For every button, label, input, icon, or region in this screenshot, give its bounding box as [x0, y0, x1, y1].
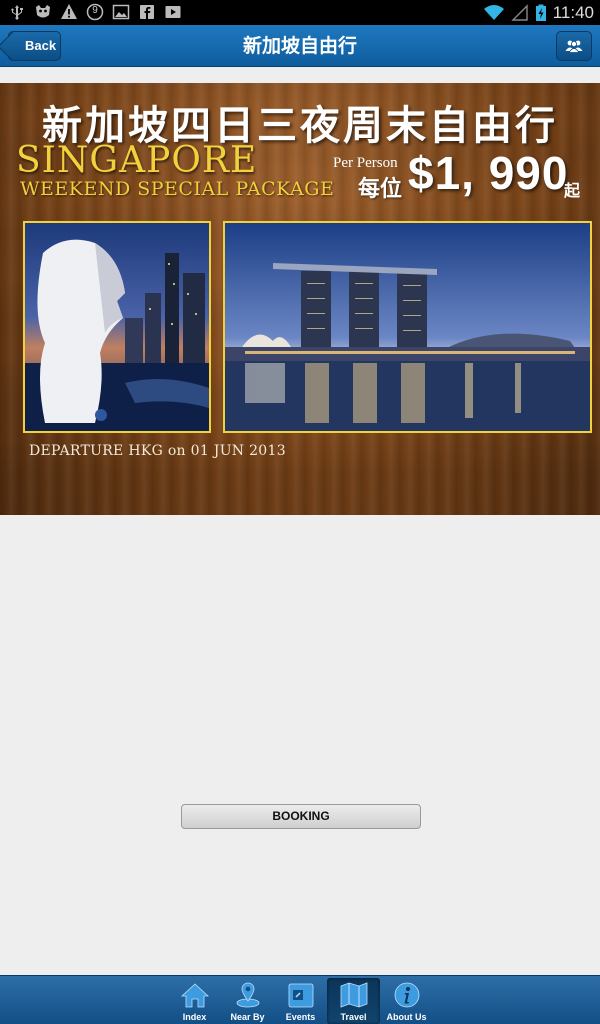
back-button-label: Back: [25, 38, 57, 53]
tab-near-by-label: Near By: [230, 1012, 265, 1022]
price: $1, 990: [408, 147, 569, 199]
battery-icon: [535, 4, 547, 22]
price-from-label: 起: [564, 181, 581, 200]
people-icon: [565, 40, 583, 53]
app-header: 新加坡自由行 Back: [0, 25, 600, 67]
each-label-zh: 每位: [358, 177, 403, 202]
tab-travel-label: Travel: [340, 1012, 367, 1022]
tab-about-us[interactable]: About Us: [380, 978, 433, 1024]
tab-index[interactable]: Index: [168, 978, 221, 1024]
banner-title-en: SINGAPORE: [16, 140, 258, 181]
notification-count: 9: [92, 5, 98, 16]
notification-count-icon: 9: [86, 3, 104, 21]
android-debug-icon: [34, 3, 52, 21]
tab-index-label: Index: [182, 1012, 207, 1022]
location-icon: [236, 982, 259, 1008]
usb-icon: [8, 3, 26, 21]
back-button[interactable]: Back: [8, 31, 61, 61]
calendar-icon: [288, 983, 313, 1008]
home-icon: [180, 983, 209, 1008]
image-icon: [112, 3, 130, 21]
play-icon: [164, 3, 182, 21]
promo-banner[interactable]: 新加坡四日三夜周末自由行 SINGAPORE WEEKEND SPECIAL P…: [0, 83, 600, 515]
tab-events-label: Events: [285, 1012, 316, 1022]
status-bar: 9 11:40: [0, 0, 600, 25]
status-bar-system: 11:40: [483, 2, 594, 23]
clock: 11:40: [552, 3, 594, 22]
signal-icon: [511, 3, 529, 22]
merlion-photo: [23, 221, 211, 433]
departure-info: DEPARTURE HKG on 01 JUN 2013: [29, 443, 286, 459]
per-person-label: Per Person: [333, 155, 398, 171]
warning-icon: [60, 3, 78, 21]
booking-button[interactable]: BOOKING: [181, 804, 421, 829]
status-bar-notifications: 9: [8, 3, 182, 21]
page-title: 新加坡自由行: [242, 35, 357, 57]
people-button[interactable]: [556, 31, 592, 61]
banner-subtitle: WEEKEND SPECIAL PACKAGE: [20, 178, 335, 200]
tab-near-by[interactable]: Near By: [221, 978, 274, 1024]
tab-travel[interactable]: Travel: [327, 978, 380, 1024]
info-icon: [394, 982, 419, 1008]
map-icon: [340, 982, 367, 1008]
tab-events[interactable]: Events: [274, 978, 327, 1024]
tab-about-us-label: About Us: [386, 1012, 427, 1022]
facebook-icon: [138, 3, 156, 21]
marina-bay-photo: [223, 221, 592, 433]
bottom-tab-bar: Index Near By Events Travel About Us: [0, 975, 600, 1024]
wifi-icon: [483, 4, 505, 22]
